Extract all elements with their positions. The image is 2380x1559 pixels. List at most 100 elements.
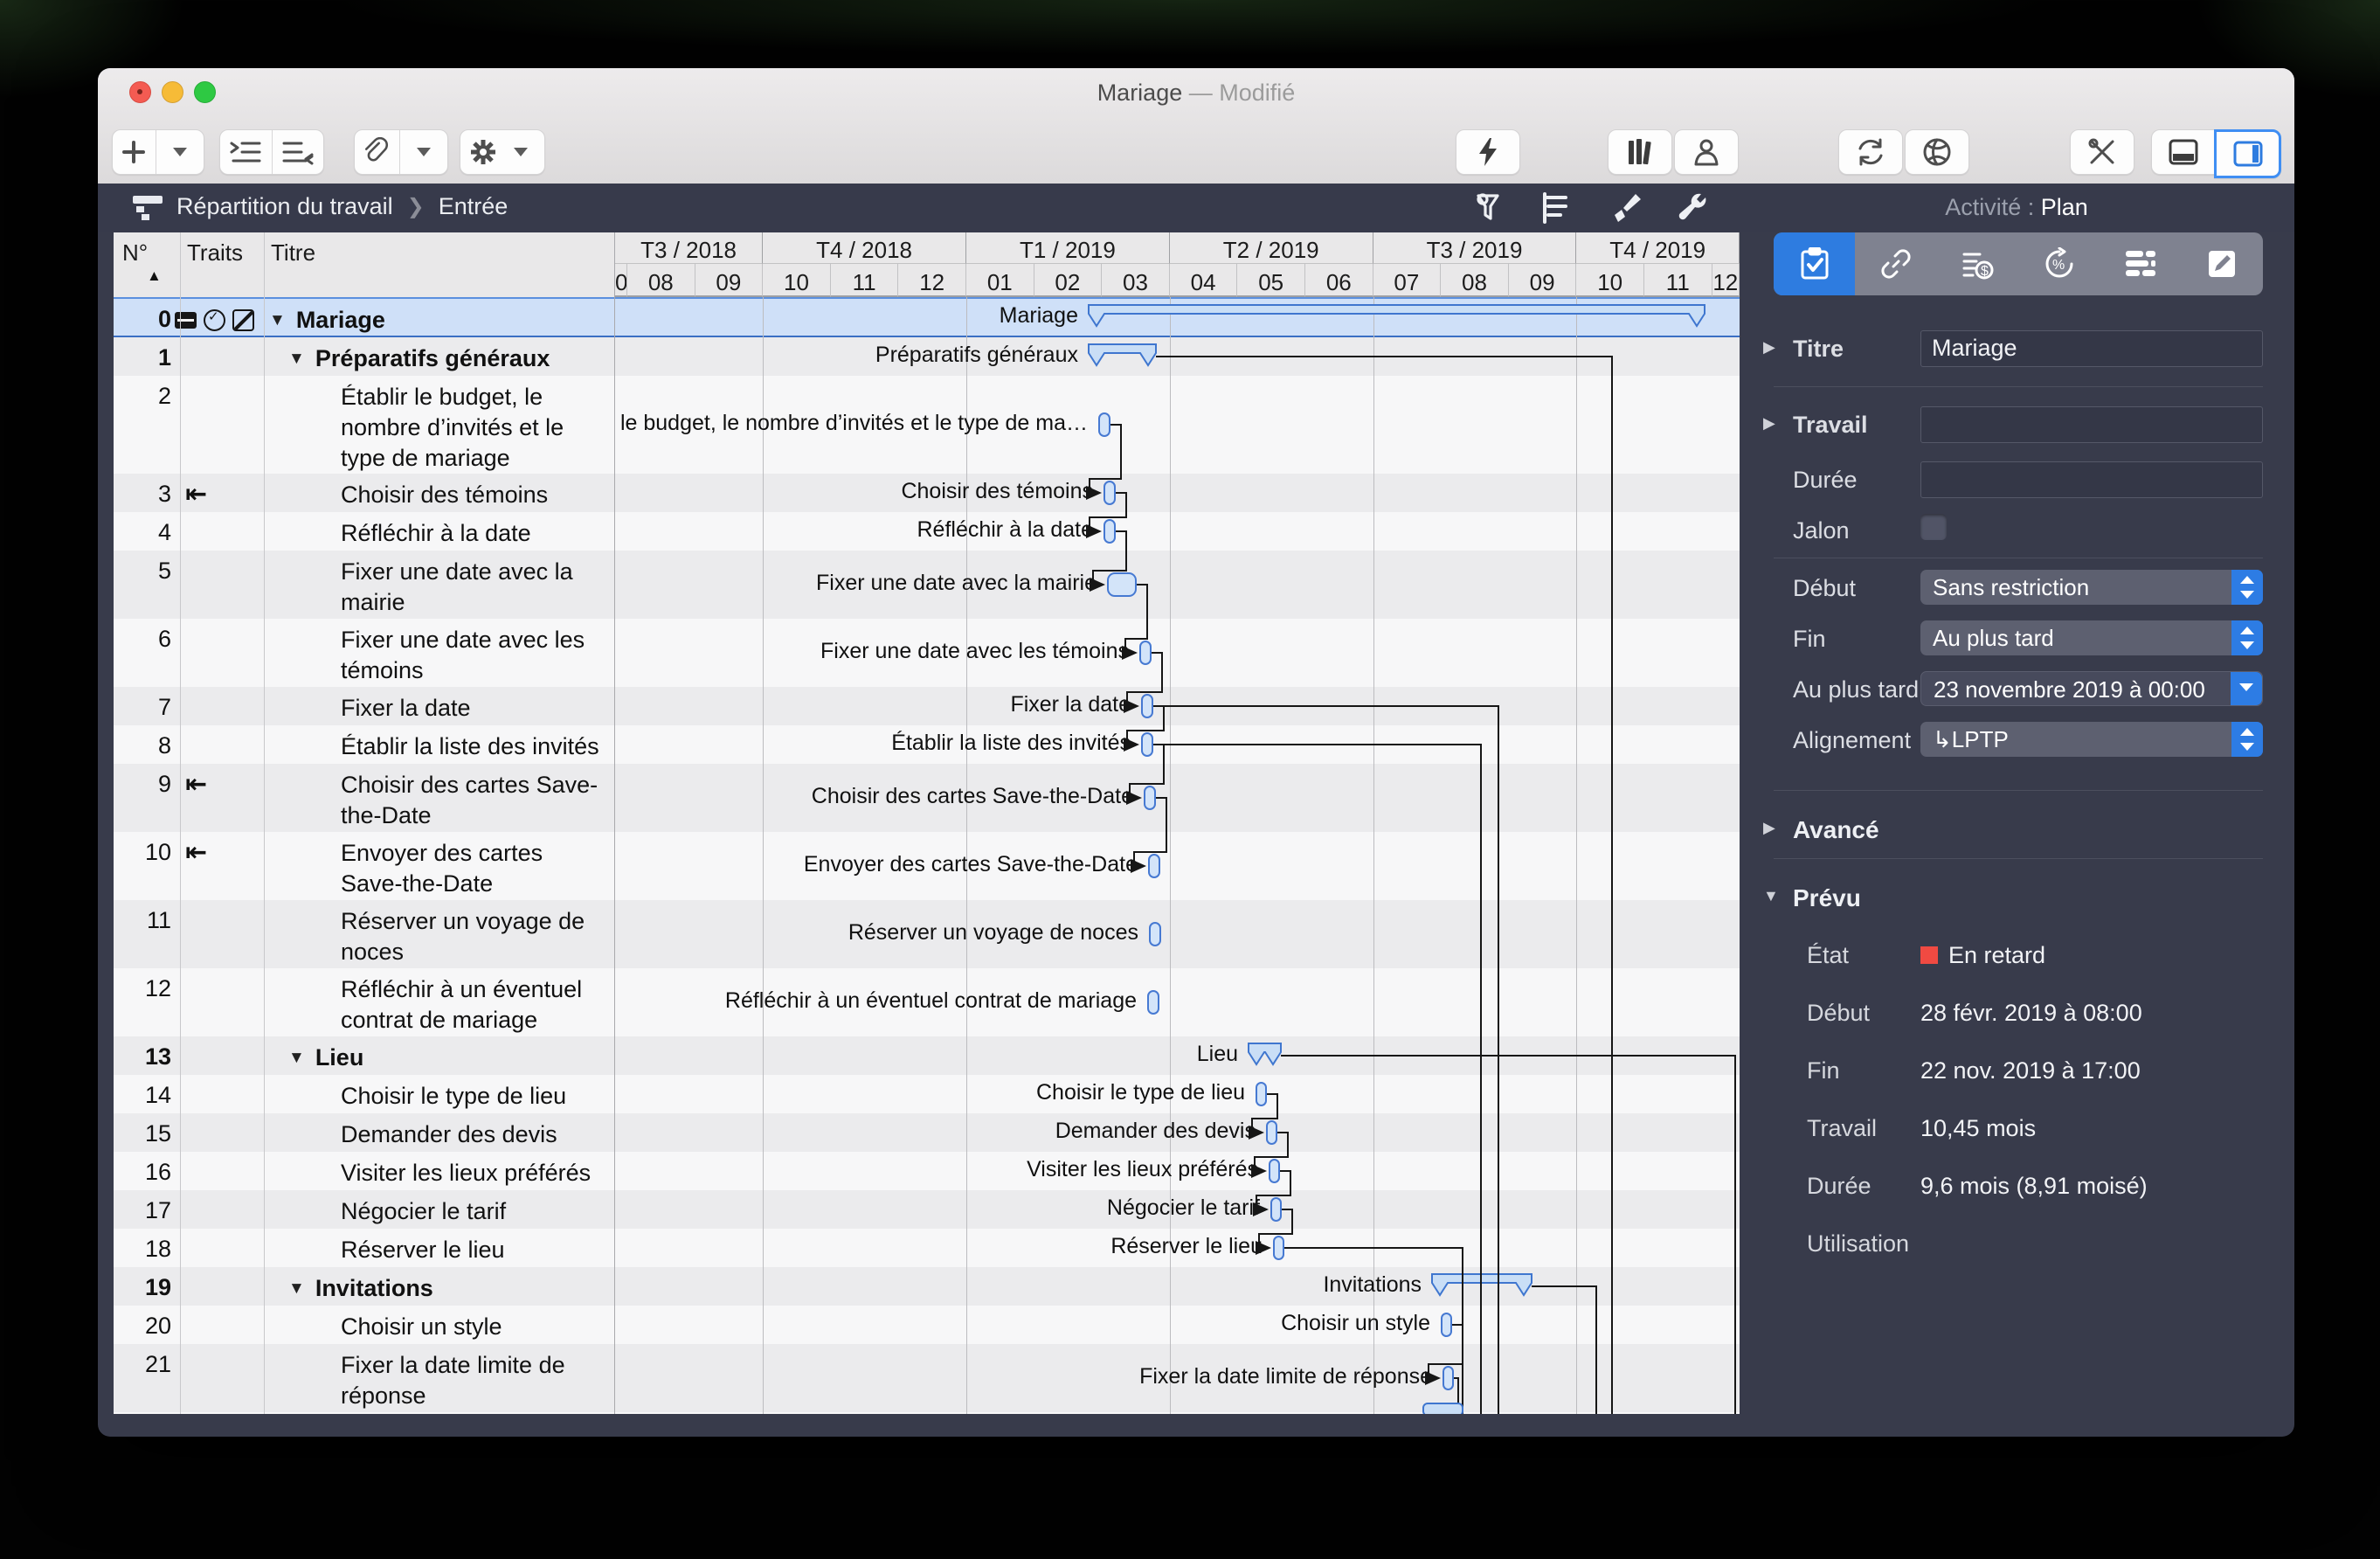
- stepper-icon[interactable]: [2231, 620, 2263, 655]
- gantt-row[interactable]: [615, 551, 1740, 619]
- column-divider[interactable]: [264, 232, 265, 1414]
- task-title[interactable]: Choisir des témoins: [264, 480, 611, 510]
- timeline-month-cell[interactable]: 04: [1170, 264, 1238, 297]
- gantt-bar[interactable]: [1141, 694, 1153, 718]
- add-activity-button[interactable]: [112, 129, 204, 175]
- tab-notes[interactable]: [2182, 232, 2263, 295]
- gantt-summary-bar[interactable]: [1247, 1041, 1283, 1067]
- alignement-dropdown[interactable]: ↳LPTP: [1920, 722, 2263, 757]
- grouping-button[interactable]: [1539, 192, 1573, 224]
- task-row[interactable]: 3⇤Choisir des témoins: [114, 474, 614, 512]
- gantt-row[interactable]: [615, 1306, 1740, 1344]
- task-title[interactable]: ▼Préparatifs généraux: [264, 343, 611, 377]
- sync-button[interactable]: [1838, 129, 1903, 175]
- task-title[interactable]: Réfléchir à un éventuel contrat de maria…: [264, 974, 611, 1036]
- gantt-summary-bar[interactable]: [1087, 342, 1158, 368]
- au-plus-tard-field[interactable]: 23 novembre 2019 à 00:00: [1920, 671, 2263, 706]
- timeline-quarter-cell[interactable]: T3 / 2019: [1373, 232, 1577, 264]
- library-button[interactable]: [1608, 129, 1672, 175]
- timeline-month-cell[interactable]: 11: [1644, 264, 1712, 297]
- gantt-bar[interactable]: [1273, 1236, 1284, 1260]
- task-row[interactable]: 7Fixer la date: [114, 687, 614, 725]
- collapse-caret-icon[interactable]: ▼: [288, 1279, 305, 1298]
- timeline-month-cell[interactable]: 12: [898, 264, 966, 297]
- task-row[interactable]: 13▼Lieu: [114, 1036, 614, 1075]
- section-prevu[interactable]: ▼Prévu: [1793, 884, 1861, 912]
- column-header-traits[interactable]: Traits: [187, 239, 243, 267]
- timeline-quarter-cell[interactable]: T2 / 2019: [1170, 232, 1373, 264]
- gantt-row[interactable]: [615, 337, 1740, 376]
- task-row[interactable]: 16Visiter les lieux préférés: [114, 1152, 614, 1190]
- chevron-down-icon[interactable]: [417, 148, 431, 156]
- task-title[interactable]: Choisir un style: [264, 1312, 611, 1342]
- timeline-quarter-cell[interactable]: T4 / 2019: [1576, 232, 1740, 264]
- gantt-bar[interactable]: [1139, 641, 1152, 665]
- resources-button[interactable]: [1674, 129, 1739, 175]
- task-row[interactable]: 17Négocier le tarif: [114, 1190, 614, 1229]
- column-divider[interactable]: [180, 232, 181, 1414]
- task-row[interactable]: 0▼Mariage: [114, 297, 614, 337]
- tab-plan[interactable]: [1774, 232, 1855, 295]
- gantt-row[interactable]: [615, 764, 1740, 832]
- gantt-row[interactable]: [615, 619, 1740, 687]
- gantt-bar[interactable]: [1098, 412, 1110, 437]
- gantt-row[interactable]: [615, 832, 1740, 900]
- gantt-bar[interactable]: [1266, 1120, 1277, 1145]
- chevron-down-icon[interactable]: [514, 148, 528, 156]
- task-row[interactable]: 14Choisir le type de lieu: [114, 1075, 614, 1113]
- task-row[interactable]: 4Réfléchir à la date: [114, 512, 614, 551]
- gantt-bar[interactable]: [1107, 572, 1137, 597]
- timeline-month-cell[interactable]: 05: [1237, 264, 1305, 297]
- collapse-caret-icon[interactable]: ▼: [269, 311, 286, 329]
- gantt-bar[interactable]: [1256, 1082, 1267, 1106]
- fin-dropdown[interactable]: Au plus tard: [1920, 620, 2263, 655]
- gantt-bar[interactable]: [1147, 990, 1159, 1015]
- toggle-bottom-panel-button[interactable]: [2151, 129, 2215, 175]
- task-row[interactable]: 8Établir la liste des invités: [114, 725, 614, 764]
- stepper-icon[interactable]: [2231, 570, 2263, 605]
- gantt-summary-bar[interactable]: [1087, 302, 1706, 329]
- timeline-month-cell[interactable]: 06: [1305, 264, 1373, 297]
- task-row[interactable]: 15Demander des devis: [114, 1113, 614, 1152]
- tab-resources[interactable]: [2100, 232, 2181, 295]
- breadcrumb-view[interactable]: Répartition du travail: [176, 193, 393, 220]
- task-title[interactable]: Établir la liste des invités: [264, 731, 611, 762]
- task-title[interactable]: Fixer la date: [264, 693, 611, 724]
- gantt-bar[interactable]: [1148, 854, 1160, 878]
- debut-dropdown[interactable]: Sans restriction: [1920, 570, 2263, 605]
- gantt-row[interactable]: [615, 512, 1740, 551]
- timeline-month-cell[interactable]: 09: [1509, 264, 1577, 297]
- gantt-row[interactable]: [615, 1267, 1740, 1306]
- chevron-down-icon[interactable]: [2231, 672, 2262, 705]
- task-title[interactable]: Réfléchir à la date: [264, 518, 611, 549]
- task-row[interactable]: 9⇤Choisir des cartes Save-the-Date: [114, 764, 614, 832]
- tab-finances[interactable]: $: [1937, 232, 2018, 295]
- task-row[interactable]: 6Fixer une date avec les témoins: [114, 619, 614, 687]
- gantt-row[interactable]: [615, 474, 1740, 512]
- travail-input[interactable]: [1920, 406, 2263, 443]
- view-settings-button[interactable]: [1678, 192, 1711, 224]
- breadcrumb[interactable]: Répartition du travail ❯ Entrée: [133, 193, 508, 220]
- task-title[interactable]: ▼Mariage: [264, 305, 611, 338]
- task-title[interactable]: Visiter les lieux préférés: [264, 1158, 611, 1188]
- gantt-bar[interactable]: [1149, 922, 1161, 946]
- task-title[interactable]: Fixer une date avec les témoins: [264, 625, 611, 686]
- tab-progress[interactable]: %: [2018, 232, 2100, 295]
- timeline-month-cell[interactable]: 10: [1576, 264, 1644, 297]
- disclosure-icon[interactable]: ▼: [1763, 887, 1779, 905]
- gantt-bar[interactable]: [1270, 1197, 1282, 1222]
- actions-button[interactable]: [1456, 129, 1520, 175]
- task-row[interactable]: 20Choisir un style: [114, 1306, 614, 1344]
- indent-outdent-group[interactable]: [219, 129, 324, 175]
- task-title[interactable]: Fixer une date avec la mairie: [264, 557, 611, 618]
- disclosure-icon[interactable]: ▶: [1763, 819, 1775, 837]
- task-row[interactable]: 12Réfléchir à un éventuel contrat de mar…: [114, 968, 614, 1036]
- gantt-bar[interactable]: [1441, 1313, 1452, 1337]
- disclosure-icon[interactable]: ▶: [1763, 338, 1775, 357]
- task-title[interactable]: Demander des devis: [264, 1119, 611, 1150]
- disclosure-icon[interactable]: ▶: [1763, 414, 1775, 433]
- timeline-month-cell[interactable]: 08: [627, 264, 695, 297]
- timeline-month-cell[interactable]: 10: [763, 264, 831, 297]
- gantt-row[interactable]: [615, 687, 1740, 725]
- timeline-month-cell[interactable]: 11: [831, 264, 899, 297]
